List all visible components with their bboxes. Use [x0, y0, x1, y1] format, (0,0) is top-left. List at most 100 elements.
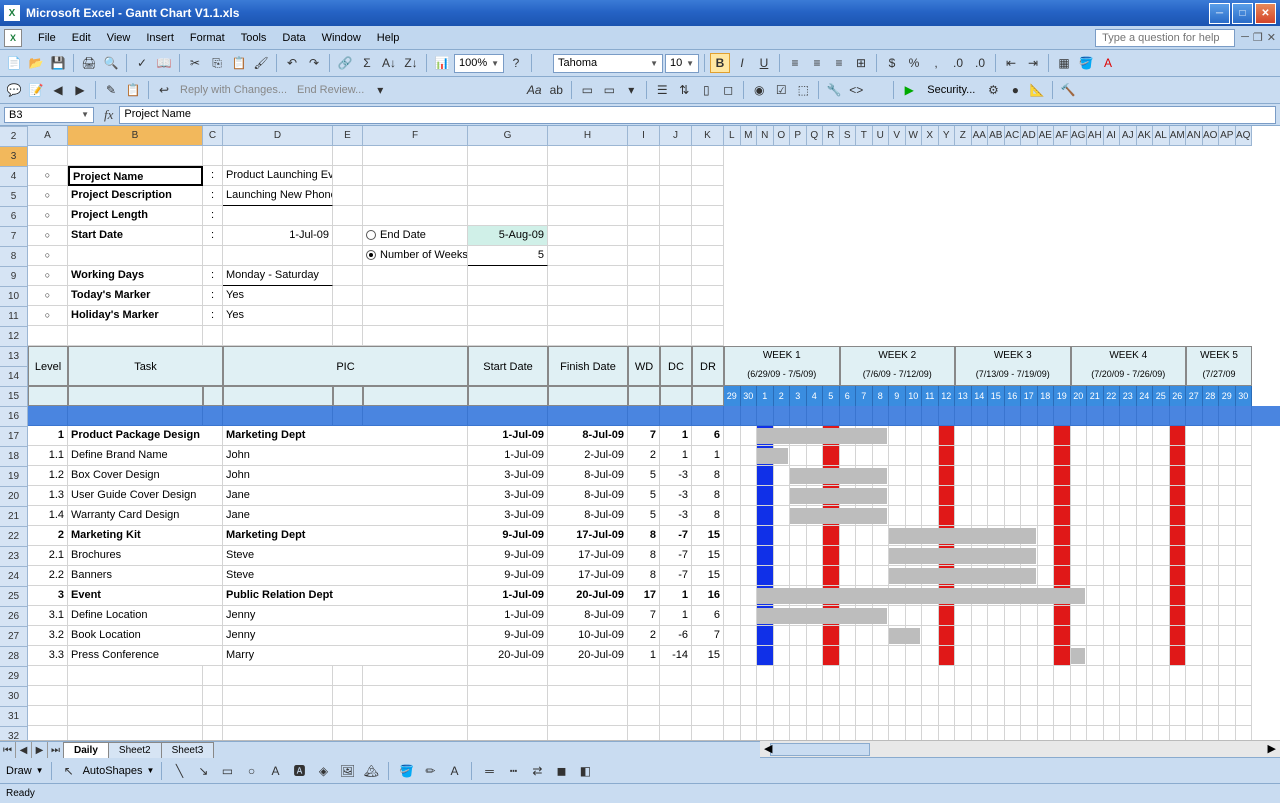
ink-icon[interactable]: ✎	[101, 80, 121, 100]
col-header-J[interactable]: J	[660, 126, 692, 146]
row-header-24[interactable]: 24	[0, 567, 28, 587]
col-header-B[interactable]: B	[68, 126, 203, 146]
col-header-K[interactable]: K	[692, 126, 724, 146]
row-header-7[interactable]: 7	[0, 227, 28, 247]
col-header-L[interactable]: L	[724, 126, 741, 146]
col-header-T[interactable]: T	[856, 126, 873, 146]
chart-icon[interactable]: 📊	[432, 53, 452, 73]
col-header-A[interactable]: A	[28, 126, 68, 146]
row-header-28[interactable]: 28	[0, 647, 28, 667]
rectangle-icon[interactable]: ▭	[217, 761, 237, 781]
col-header-G[interactable]: G	[468, 126, 548, 146]
open-icon[interactable]: 📂	[26, 53, 46, 73]
menu-file[interactable]: File	[30, 29, 64, 47]
checkbox-icon[interactable]: ☑	[771, 80, 791, 100]
formula-input[interactable]: Project Name	[119, 106, 1276, 124]
row-header-4[interactable]: 4	[0, 167, 28, 187]
dash-icon[interactable]: ┅	[503, 761, 523, 781]
col-header-AP[interactable]: AP	[1219, 126, 1236, 146]
comma-icon[interactable]: ,	[926, 53, 946, 73]
row-header-16[interactable]: 16	[0, 407, 28, 427]
close-button[interactable]: ✕	[1255, 3, 1276, 24]
tab-first-icon[interactable]: ⏮	[0, 742, 16, 758]
textbox-icon[interactable]: ab	[546, 80, 566, 100]
combo-icon[interactable]: ▾	[621, 80, 641, 100]
arrow-icon[interactable]: ↘	[193, 761, 213, 781]
row-header-13[interactable]: 13	[0, 347, 28, 367]
undo-icon[interactable]: ↶	[282, 53, 302, 73]
align-left-icon[interactable]: ≡	[785, 53, 805, 73]
prev-comment-icon[interactable]: ◀	[48, 80, 68, 100]
sheet-tab-daily[interactable]: Daily	[63, 742, 109, 758]
col-header-I[interactable]: I	[628, 126, 660, 146]
col-header-AG[interactable]: AG	[1071, 126, 1088, 146]
col-header-AF[interactable]: AF	[1054, 126, 1071, 146]
app-icon[interactable]: X	[4, 29, 22, 47]
diagram-icon[interactable]: ◈	[313, 761, 333, 781]
doc-restore-button[interactable]: ❐	[1253, 31, 1263, 44]
sheet-tab-sheet2[interactable]: Sheet2	[108, 742, 162, 758]
col-header-E[interactable]: E	[333, 126, 363, 146]
spinner-icon[interactable]: ⇅	[674, 80, 694, 100]
fill-color-icon[interactable]: 🪣	[1076, 53, 1096, 73]
row-header-23[interactable]: 23	[0, 547, 28, 567]
col-header-AO[interactable]: AO	[1203, 126, 1220, 146]
hyperlink-icon[interactable]: 🔗	[335, 53, 355, 73]
indent-inc-icon[interactable]: ⇥	[1023, 53, 1043, 73]
font-size-combo[interactable]: 10▼	[665, 54, 699, 73]
col-header-O[interactable]: O	[774, 126, 791, 146]
row-header-2[interactable]: 2	[0, 127, 28, 147]
menu-window[interactable]: Window	[314, 29, 369, 47]
track-icon[interactable]: 📋	[123, 80, 143, 100]
col-header-AB[interactable]: AB	[988, 126, 1005, 146]
scroll-thumb[interactable]	[770, 743, 870, 756]
shadow-icon[interactable]: ◼	[551, 761, 571, 781]
col-header-AC[interactable]: AC	[1005, 126, 1022, 146]
menu-view[interactable]: View	[99, 29, 139, 47]
col-header-S[interactable]: S	[840, 126, 857, 146]
run-icon[interactable]: ▶	[899, 80, 919, 100]
row-header-3[interactable]: 3	[0, 147, 28, 167]
help-icon[interactable]: ?	[506, 53, 526, 73]
save-icon[interactable]: 💾	[48, 53, 68, 73]
col-header-D[interactable]: D	[223, 126, 333, 146]
fill-icon[interactable]: 🪣	[396, 761, 416, 781]
col-header-N[interactable]: N	[757, 126, 774, 146]
col-header-AL[interactable]: AL	[1153, 126, 1170, 146]
sort-asc-icon[interactable]: A↓	[379, 53, 399, 73]
row-header-22[interactable]: 22	[0, 527, 28, 547]
decimal-dec-icon[interactable]: .0	[970, 53, 990, 73]
line-icon[interactable]: ╲	[169, 761, 189, 781]
menu-help[interactable]: Help	[369, 29, 408, 47]
line-style-icon[interactable]: ═	[479, 761, 499, 781]
col-header-AI[interactable]: AI	[1104, 126, 1121, 146]
properties-icon[interactable]: 🔧	[824, 80, 844, 100]
bold-button[interactable]: B	[710, 53, 730, 73]
radio-icon[interactable]: ◉	[749, 80, 769, 100]
line-color-icon[interactable]: ✏	[420, 761, 440, 781]
arrow-style-icon[interactable]: ⇄	[527, 761, 547, 781]
cut-icon[interactable]: ✂	[185, 53, 205, 73]
maximize-button[interactable]: □	[1232, 3, 1253, 24]
font-color-icon[interactable]: A	[1098, 53, 1118, 73]
col-header-P[interactable]: P	[790, 126, 807, 146]
print-icon[interactable]: 🖨	[79, 53, 99, 73]
borders-icon[interactable]: ▦	[1054, 53, 1074, 73]
end-review-button[interactable]: End Review...	[293, 84, 368, 96]
minimize-button[interactable]: ─	[1209, 3, 1230, 24]
help-search-input[interactable]	[1095, 29, 1235, 47]
col-header-C[interactable]: C	[203, 126, 223, 146]
indent-dec-icon[interactable]: ⇤	[1001, 53, 1021, 73]
wordart-icon[interactable]: 🅰	[289, 761, 309, 781]
format-painter-icon[interactable]: 🖌	[251, 53, 271, 73]
text-box-icon[interactable]: A	[265, 761, 285, 781]
align-right-icon[interactable]: ≡	[829, 53, 849, 73]
row-header-5[interactable]: 5	[0, 187, 28, 207]
percent-icon[interactable]: %	[904, 53, 924, 73]
col-header-AE[interactable]: AE	[1038, 126, 1055, 146]
underline-button[interactable]: U	[754, 53, 774, 73]
col-header-AJ[interactable]: AJ	[1120, 126, 1137, 146]
row-header-12[interactable]: 12	[0, 327, 28, 347]
col-header-V[interactable]: V	[889, 126, 906, 146]
reply-icon[interactable]: ↩	[154, 80, 174, 100]
